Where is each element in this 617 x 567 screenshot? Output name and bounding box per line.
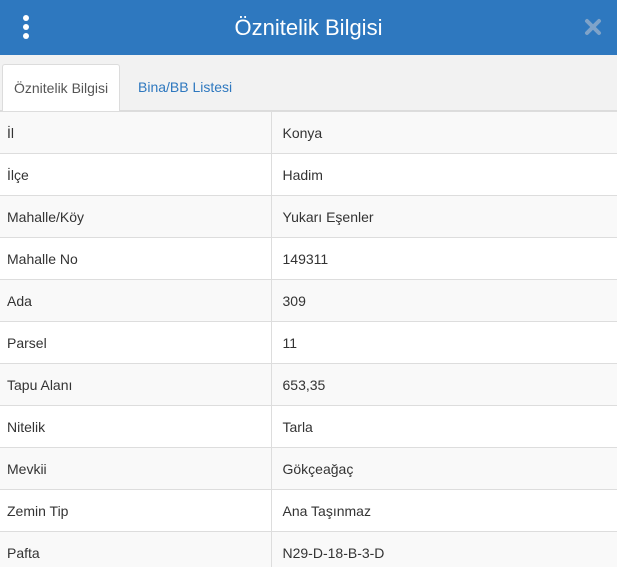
attribute-label: Tapu Alanı xyxy=(0,363,271,406)
table-row: Ada 309 xyxy=(0,279,617,322)
attribute-value: Gökçeağaç xyxy=(270,447,617,490)
attribute-value: 11 xyxy=(270,321,617,364)
table-row: Zemin Tip Ana Taşınmaz xyxy=(0,489,617,532)
attribute-panel: Öznitelik Bilgisi Öznitelik Bilgisi Bina… xyxy=(0,0,617,567)
attribute-value: Hadim xyxy=(270,153,617,196)
attribute-value: Yukarı Eşenler xyxy=(270,195,617,238)
attribute-label: İl xyxy=(0,111,271,154)
dot xyxy=(23,33,29,39)
attribute-label: Zemin Tip xyxy=(0,489,271,532)
close-button[interactable] xyxy=(583,17,603,37)
table-row: Tapu Alanı 653,35 xyxy=(0,363,617,406)
tab-bar: Öznitelik Bilgisi Bina/BB Listesi xyxy=(0,55,617,112)
attribute-value: 149311 xyxy=(270,237,617,280)
attribute-value: Konya xyxy=(270,111,617,154)
attribute-label: Nitelik xyxy=(0,405,271,448)
table-row: Mevkii Gökçeağaç xyxy=(0,447,617,490)
table-row: Pafta N29-D-18-B-3-D xyxy=(0,531,617,567)
table-row: Parsel 11 xyxy=(0,321,617,364)
close-icon xyxy=(585,19,601,35)
dot xyxy=(23,15,29,21)
page-title: Öznitelik Bilgisi xyxy=(234,15,383,40)
attribute-value: N29-D-18-B-3-D xyxy=(270,531,617,567)
attribute-label: Pafta xyxy=(0,531,271,567)
panel-header: Öznitelik Bilgisi xyxy=(0,0,617,55)
attribute-label: İlçe xyxy=(0,153,271,196)
tab-building-list[interactable]: Bina/BB Listesi xyxy=(127,64,243,111)
table-row: Mahalle No 149311 xyxy=(0,237,617,280)
attribute-label: Ada xyxy=(0,279,271,322)
table-row: Mahalle/Köy Yukarı Eşenler xyxy=(0,195,617,238)
tab-attribute-info[interactable]: Öznitelik Bilgisi xyxy=(2,64,121,112)
table-row: Nitelik Tarla xyxy=(0,405,617,448)
dot xyxy=(23,24,29,30)
attribute-value: 653,35 xyxy=(270,363,617,406)
attribute-label: Mahalle/Köy xyxy=(0,195,271,238)
attribute-table: İl Konya İlçe Hadim Mahalle/Köy Yukarı E… xyxy=(0,111,617,567)
menu-button[interactable] xyxy=(14,12,38,42)
attribute-value: Ana Taşınmaz xyxy=(270,489,617,532)
table-row: İlçe Hadim xyxy=(0,153,617,196)
table-row: İl Konya xyxy=(0,111,617,154)
attribute-value: Tarla xyxy=(270,405,617,448)
attribute-value: 309 xyxy=(270,279,617,322)
attribute-label: Parsel xyxy=(0,321,271,364)
attribute-label: Mevkii xyxy=(0,447,271,490)
attribute-label: Mahalle No xyxy=(0,237,271,280)
